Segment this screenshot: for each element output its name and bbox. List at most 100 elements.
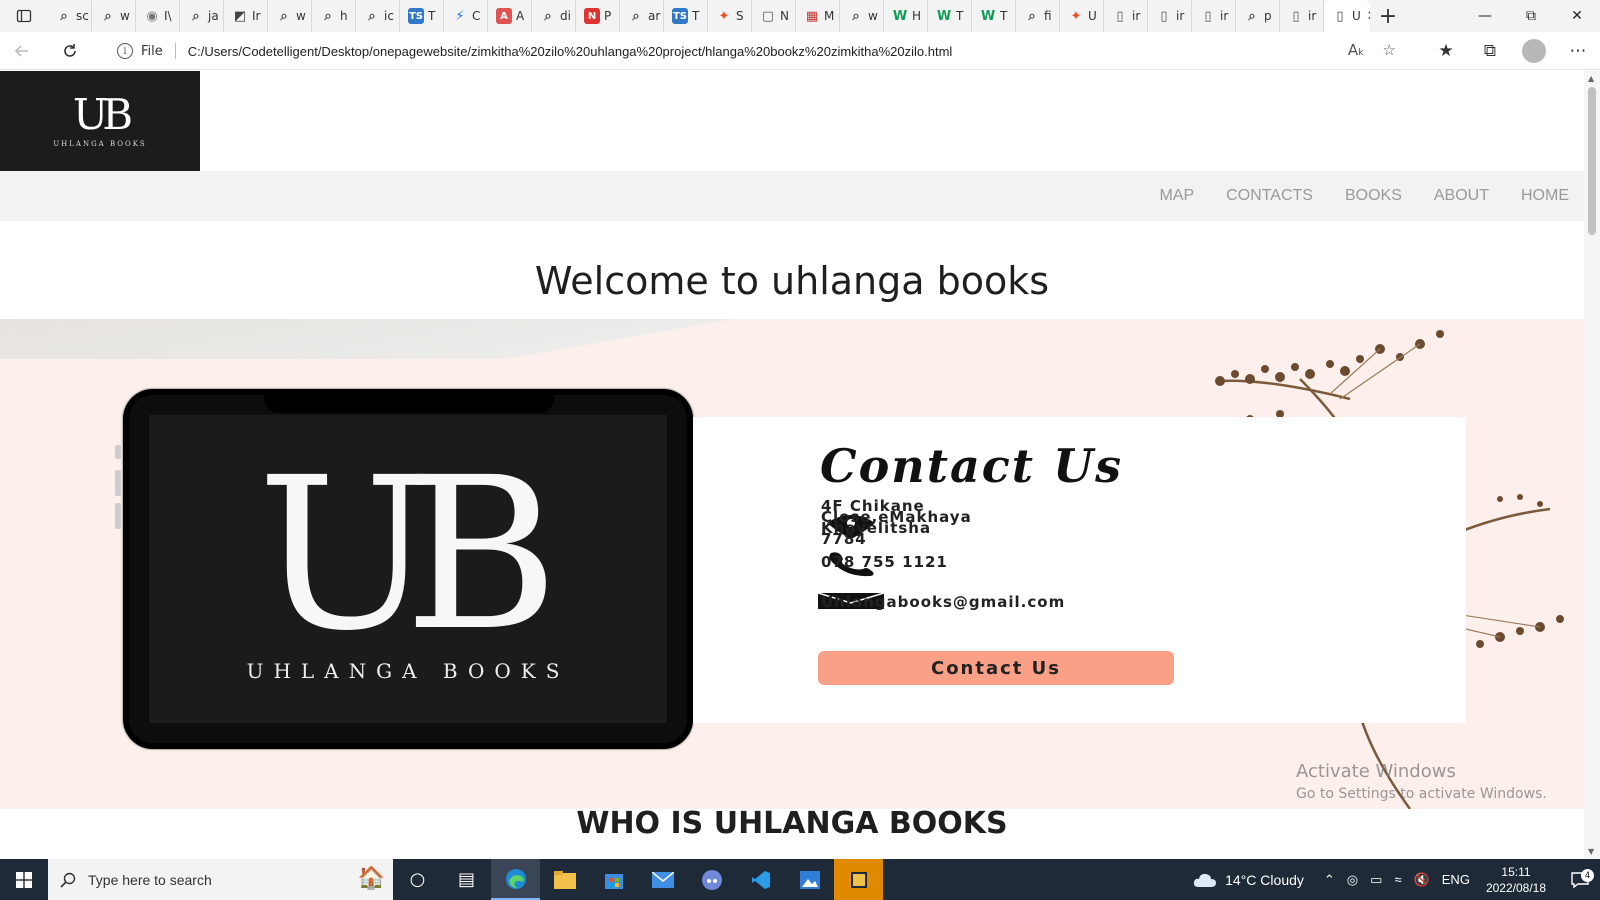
browser-tab[interactable]: AA bbox=[488, 0, 532, 32]
language-indicator[interactable]: ENG bbox=[1442, 872, 1470, 887]
browser-tab[interactable]: ▯ ir bbox=[1148, 0, 1192, 32]
active-browser-tab[interactable]: ▯U✕ bbox=[1324, 0, 1370, 32]
tab-label: fi bbox=[1044, 9, 1052, 23]
read-aloud-icon[interactable]: Aₖ bbox=[1348, 41, 1365, 59]
close-window-button[interactable]: ✕ bbox=[1554, 0, 1600, 32]
minimize-button[interactable]: — bbox=[1462, 0, 1508, 32]
browser-tab[interactable]: ⌕ p bbox=[1236, 0, 1280, 32]
phone-side-button bbox=[115, 470, 121, 496]
browser-tab[interactable]: WT bbox=[972, 0, 1016, 32]
vscode-icon[interactable] bbox=[736, 859, 785, 900]
battery-icon[interactable]: ▭ bbox=[1370, 872, 1382, 888]
browser-tab[interactable]: ⌕ di bbox=[532, 0, 576, 32]
browser-tab[interactable]: ▯ ir bbox=[1104, 0, 1148, 32]
browser-tab[interactable]: ⌕ h bbox=[312, 0, 356, 32]
tab-label: w bbox=[868, 9, 878, 23]
more-menu-icon[interactable]: ⋯ bbox=[1556, 41, 1600, 61]
contact-us-button[interactable]: Contact Us bbox=[818, 651, 1174, 685]
browser-tab[interactable]: ⌕ w bbox=[840, 0, 884, 32]
nav-link-about[interactable]: ABOUT bbox=[1434, 187, 1489, 205]
tab-label: ir bbox=[1132, 9, 1141, 23]
browser-tab[interactable]: WH bbox=[884, 0, 928, 32]
page-scrollbar[interactable]: ▲ ▼ bbox=[1584, 71, 1600, 859]
nav-link-books[interactable]: BOOKS bbox=[1345, 187, 1402, 205]
task-view-button[interactable]: ○ bbox=[393, 859, 442, 900]
address-bar-actions: Aₖ ☆ bbox=[1348, 41, 1396, 59]
ts-icon: TS bbox=[672, 8, 688, 24]
browser-tab[interactable]: ⌕ w bbox=[268, 0, 312, 32]
volume-icon[interactable]: 🔇 bbox=[1414, 872, 1430, 888]
sticky-app-icon[interactable] bbox=[834, 859, 883, 900]
search-icon: ⌕ bbox=[852, 8, 860, 24]
browser-tab[interactable]: TS T bbox=[400, 0, 444, 32]
back-button[interactable] bbox=[0, 32, 44, 70]
browser-tab[interactable]: ⌕ ar bbox=[620, 0, 664, 32]
scroll-down-icon[interactable]: ▼ bbox=[1588, 847, 1594, 856]
browser-tab[interactable]: WT bbox=[928, 0, 972, 32]
start-button[interactable] bbox=[0, 859, 48, 900]
nav-link-contacts[interactable]: CONTACTS bbox=[1226, 187, 1313, 205]
site-logo[interactable]: UB UHLANGA BOOKS bbox=[0, 71, 200, 171]
edge-taskbar-icon[interactable] bbox=[491, 859, 540, 900]
activate-windows-watermark: Activate Windows Go to Settings to activ… bbox=[1296, 761, 1547, 802]
tab-label: ir bbox=[1176, 9, 1185, 23]
clock-time: 15:11 bbox=[1501, 864, 1531, 879]
widgets-button[interactable]: ▤ bbox=[442, 859, 491, 900]
browser-tab[interactable]: ▯ ir bbox=[1192, 0, 1236, 32]
search-icon: ⌕ bbox=[280, 8, 288, 24]
email-text[interactable]: Uhlangabooks@gmail.com bbox=[821, 595, 1181, 610]
meet-now-icon[interactable]: ◎ bbox=[1347, 872, 1358, 888]
tab-label: sc bbox=[76, 9, 89, 23]
logo-text: UHLANGA BOOKS bbox=[53, 140, 147, 148]
browser-tab[interactable]: ✦ U bbox=[1060, 0, 1104, 32]
show-hidden-icons[interactable]: ⌃ bbox=[1324, 872, 1335, 888]
browser-tab[interactable]: ⌕ w bbox=[92, 0, 136, 32]
file-icon: ▯ bbox=[1160, 8, 1168, 24]
browser-tab[interactable]: ⌕ sc bbox=[48, 0, 92, 32]
nav-link-map[interactable]: MAP bbox=[1159, 187, 1194, 205]
restore-button[interactable]: ⧉ bbox=[1508, 0, 1554, 32]
refresh-button[interactable] bbox=[48, 32, 92, 70]
site-info-icon[interactable]: i bbox=[117, 43, 133, 59]
nav-link-home[interactable]: HOME bbox=[1521, 187, 1569, 205]
browser-tab[interactable]: ◩ Ir bbox=[224, 0, 268, 32]
new-tab-button[interactable]: + bbox=[1370, 0, 1406, 32]
wifi-icon[interactable]: ≈ bbox=[1394, 872, 1401, 887]
browser-tab[interactable]: ▦ M bbox=[796, 0, 840, 32]
profile-avatar[interactable] bbox=[1522, 39, 1546, 63]
browser-tab[interactable]: ⌕ ic bbox=[356, 0, 400, 32]
ts-icon: TS bbox=[408, 8, 424, 24]
page-viewport: UB UHLANGA BOOKS MAP CONTACTS BOOKS ABOUT HO… bbox=[0, 71, 1584, 859]
browser-tab[interactable]: ▯ ir bbox=[1280, 0, 1324, 32]
cloud-icon bbox=[1193, 873, 1217, 887]
browser-tab[interactable]: ◉ I\ bbox=[136, 0, 180, 32]
weather-widget[interactable]: 14°C Cloudy bbox=[1193, 872, 1304, 888]
browser-tab[interactable]: ✦ S bbox=[708, 0, 752, 32]
mail-app-icon[interactable] bbox=[638, 859, 687, 900]
browser-tab[interactable]: ⌕ ja bbox=[180, 0, 224, 32]
w-icon: W bbox=[936, 8, 952, 24]
url-text[interactable]: C:/Users/Codetelligent/Desktop/onepagewe… bbox=[188, 44, 953, 59]
browser-tab[interactable]: TS T bbox=[664, 0, 708, 32]
tab-label: H bbox=[912, 9, 922, 23]
notification-center-button[interactable]: 4 bbox=[1560, 868, 1600, 888]
tab-actions-button[interactable] bbox=[0, 0, 48, 32]
collections-icon[interactable]: ⧉ bbox=[1468, 41, 1512, 61]
search-icon: ⌕ bbox=[1248, 8, 1256, 24]
browser-tab[interactable]: ⚡ C bbox=[444, 0, 488, 32]
scroll-thumb[interactable] bbox=[1588, 87, 1596, 235]
photos-icon[interactable] bbox=[785, 859, 834, 900]
browser-tab[interactable]: NP bbox=[576, 0, 620, 32]
address-bar[interactable]: i File C:/Users/Codetelligent/Desktop/on… bbox=[100, 36, 1410, 66]
scroll-up-icon[interactable]: ▲ bbox=[1588, 74, 1594, 83]
browser-tab[interactable]: ⌕ fi bbox=[1016, 0, 1060, 32]
phone-notch bbox=[264, 393, 554, 413]
file-explorer-icon[interactable] bbox=[540, 859, 589, 900]
add-favorite-icon[interactable]: ☆ bbox=[1383, 41, 1396, 59]
browser-tab[interactable]: ▢ N bbox=[752, 0, 796, 32]
store-icon[interactable] bbox=[589, 859, 638, 900]
clock[interactable]: 15:11 2022/08/18 bbox=[1486, 864, 1546, 896]
taskbar-search[interactable]: Type here to search 🏠 bbox=[48, 859, 393, 900]
favorites-icon[interactable]: ★ bbox=[1424, 41, 1468, 61]
discord-icon[interactable] bbox=[687, 859, 736, 900]
